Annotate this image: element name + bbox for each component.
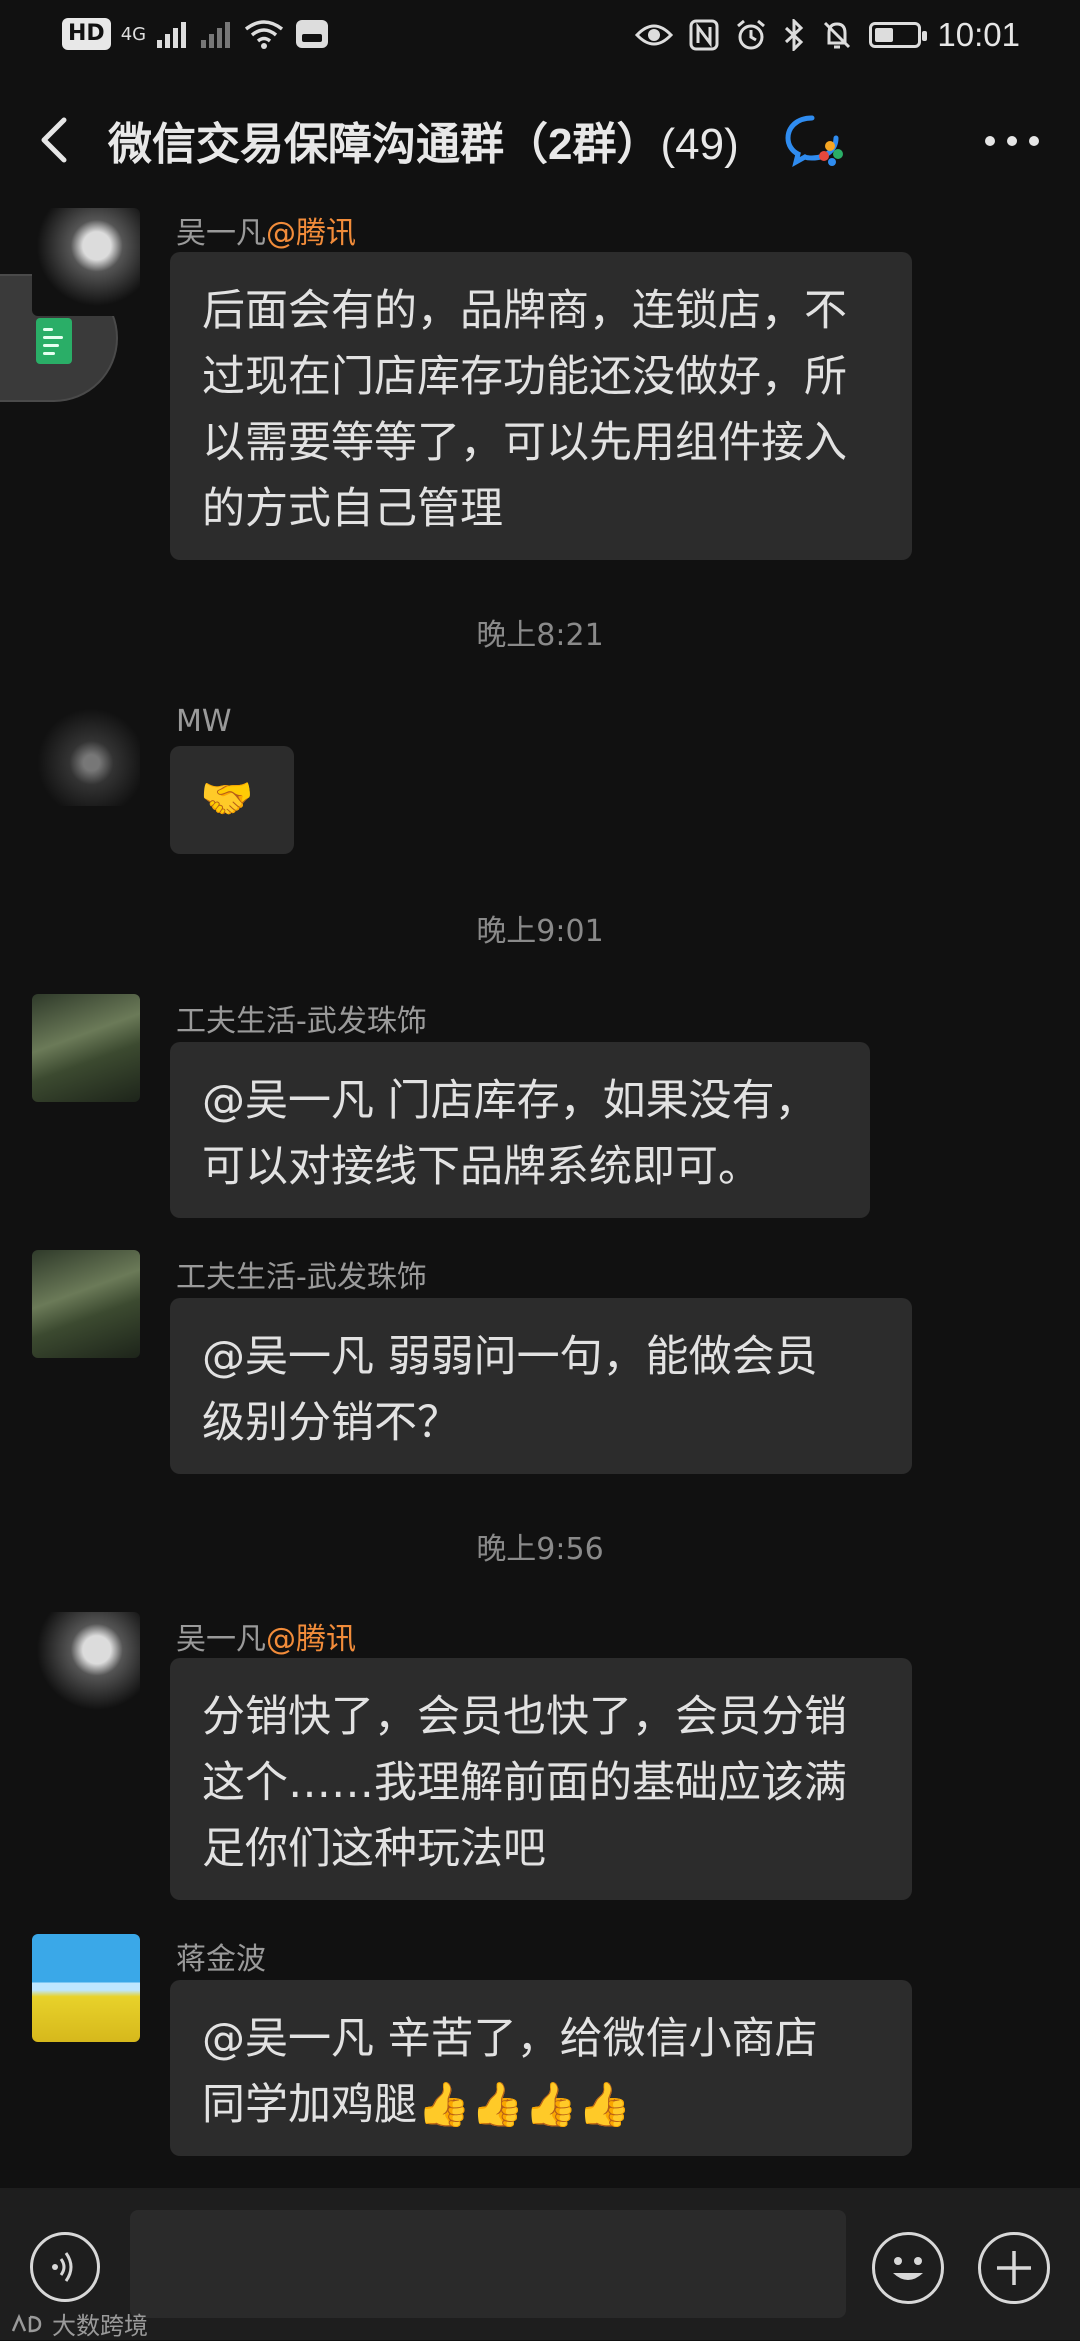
chat-header: 微信交易保障沟通群（2群）(49)	[0, 80, 1080, 200]
voice-icon[interactable]	[30, 2232, 100, 2302]
input-bar	[0, 2188, 1080, 2340]
message-input[interactable]	[130, 2210, 846, 2318]
member-count: (49)	[660, 120, 739, 169]
message-bubble[interactable]: @吴一凡 门店库存，如果没有， 可以对接线下品牌系统即可。	[170, 1042, 870, 1218]
watermark-text: 大数跨境	[52, 2312, 148, 2340]
status-left: HD 4G	[62, 18, 330, 50]
timestamp: 晚上9:01	[476, 914, 604, 949]
sender-name: 吴一凡@腾讯	[176, 1622, 356, 1657]
avatar[interactable]	[32, 1250, 140, 1358]
bluetooth-icon	[785, 19, 804, 51]
mute-icon	[824, 21, 851, 49]
wifi-icon	[245, 20, 284, 49]
watermark-logo-icon	[11, 2313, 42, 2332]
more-dots-icon[interactable]	[982, 130, 1042, 152]
clock-time: 10:01	[937, 16, 1020, 53]
message-bubble[interactable]: 🤝	[170, 746, 294, 854]
signal-secondary-icon	[201, 22, 231, 48]
avatar[interactable]	[32, 698, 140, 806]
sender-name: 蒋金波	[176, 1942, 266, 1977]
nfc-icon	[689, 19, 719, 51]
org-tag: @腾讯	[266, 1622, 356, 1657]
alarm-icon	[737, 19, 766, 50]
message-bubble[interactable]: @吴一凡 辛苦了，给微信小商店 同学加鸡腿👍👍👍👍	[170, 1980, 912, 2156]
sender-name: 工夫生活-武发珠饰	[176, 1004, 427, 1039]
status-bar: HD 4G 10:01	[0, 0, 1080, 72]
network-type: 4G	[120, 23, 147, 45]
sender-name: MW	[176, 704, 232, 739]
message-bubble[interactable]: 分销快了，会员也快了，会员分销 这个……我理解前面的基础应该满 足你们这种玩法吧	[170, 1658, 912, 1900]
sender-name: 工夫生活-武发珠饰	[176, 1260, 427, 1295]
status-right: 10:01	[635, 16, 1020, 54]
avatar[interactable]	[32, 994, 140, 1102]
note-icon	[36, 318, 72, 364]
avatar[interactable]	[32, 1612, 140, 1720]
group-name: 微信交易保障沟通群（2群）	[108, 120, 661, 169]
org-tag: @腾讯	[266, 216, 356, 251]
watermark: 大数跨境	[10, 2306, 148, 2341]
avatar[interactable]	[32, 1934, 140, 2042]
timestamp: 晚上9:56	[476, 1532, 604, 1567]
handshake-emoji: 🤝	[200, 774, 254, 824]
hd-badge: HD	[62, 18, 111, 50]
battery-icon	[869, 22, 928, 48]
message-bubble[interactable]: @吴一凡 弱弱问一句，能做会员 级别分销不？	[170, 1298, 912, 1474]
avatar[interactable]	[32, 208, 140, 316]
battery-level	[875, 28, 894, 42]
timestamp: 晚上8:21	[476, 618, 604, 653]
sender-name: 吴一凡@腾讯	[176, 216, 356, 251]
plus-icon[interactable]	[978, 2232, 1050, 2304]
signal-icon	[157, 22, 187, 48]
eye-icon	[635, 24, 674, 46]
sim-icon	[296, 20, 329, 48]
wecom-icon	[785, 115, 843, 167]
emoji-icon[interactable]	[872, 2232, 944, 2304]
message-bubble[interactable]: 后面会有的，品牌商，连锁店，不 过现在门店库存功能还没做好，所 以需要等等了，可…	[170, 252, 912, 560]
chevron-left-icon[interactable]	[30, 110, 80, 170]
group-title: 微信交易保障沟通群（2群）(49)	[108, 108, 739, 172]
